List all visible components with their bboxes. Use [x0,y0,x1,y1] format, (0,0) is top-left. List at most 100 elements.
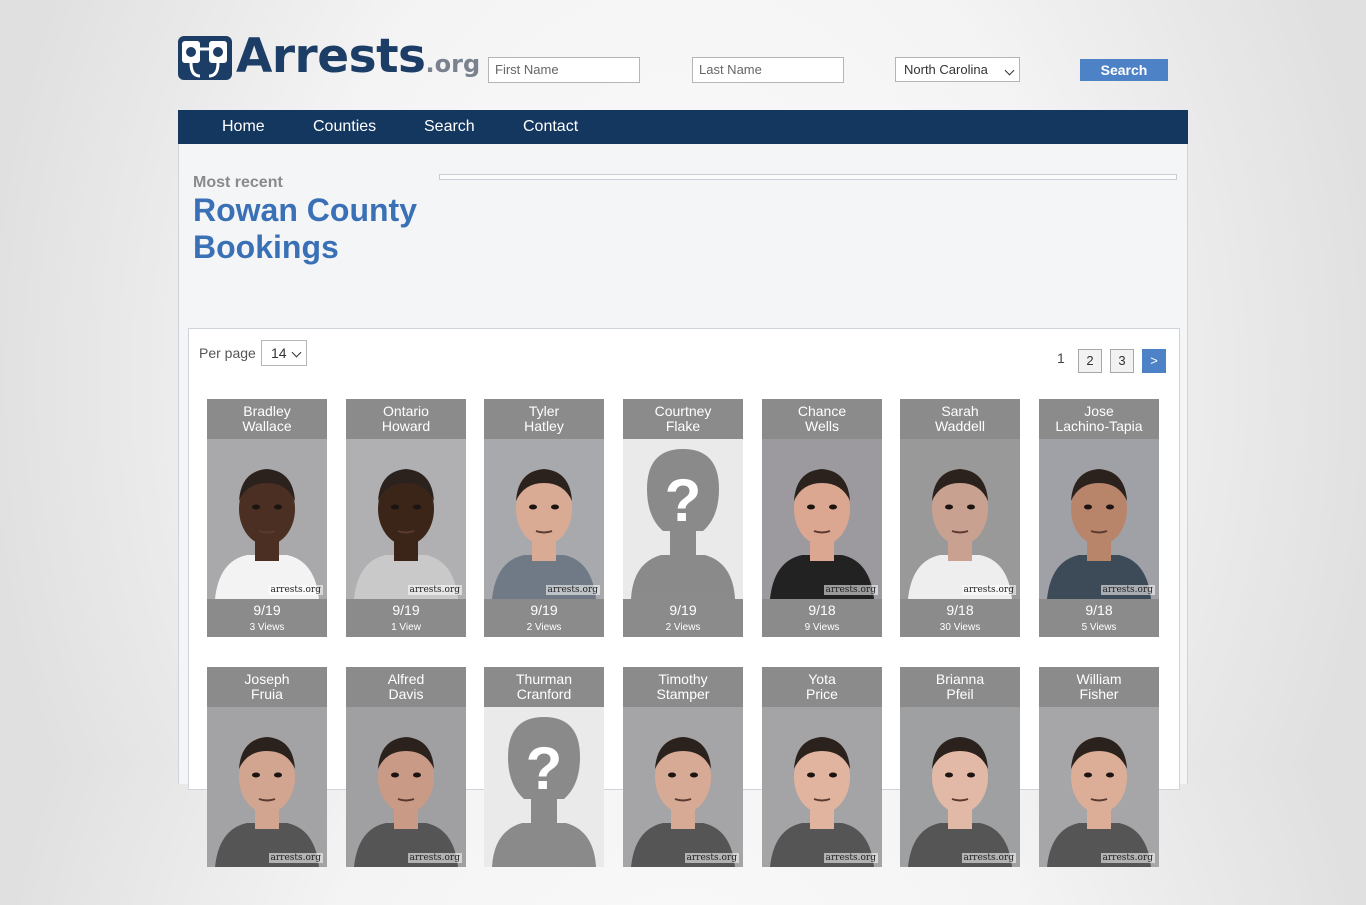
booking-first-name: Chance [797,403,847,419]
booking-name[interactable]: Courtney Flake [623,399,743,439]
booking-card[interactable]: Thurman Cranford? [484,667,604,905]
state-select-value: North Carolina [904,62,988,77]
booking-views: 2 Views [665,622,701,633]
nav-counties[interactable]: Counties [313,110,376,144]
booking-first-name: Bradley [243,403,291,419]
bookings-panel: Per page 14 1 2 3 > Bradley Wallace arrest… [188,328,1180,867]
state-select[interactable]: North Carolina [895,57,1020,82]
booking-card[interactable]: Ontario Howard arrests.org 9/19 1 View [346,399,466,637]
booking-card[interactable]: Timothy Stamper arrests.org [623,667,743,905]
watermark-label: arrests.org [961,853,1016,863]
booking-card[interactable]: Brianna Pfeil arrests.org [900,667,1020,905]
nav-contact[interactable]: Contact [523,110,578,144]
booking-last-name: Waddell [934,418,986,434]
mugshot-photo[interactable]: arrests.org [207,707,327,867]
booking-last-name: Stamper [656,686,710,702]
next-page-button[interactable]: > [1142,349,1166,373]
booking-card[interactable]: Joseph Fruia arrests.org [207,667,327,905]
booking-name[interactable]: Joseph Fruia [207,667,327,707]
booking-date: 9/19 [530,602,558,618]
booking-views: 9 Views [804,622,840,633]
booking-first-name: Alfred [387,671,425,687]
booking-views: 2 Views [526,622,562,633]
mugshot-photo[interactable]: arrests.org [623,707,743,867]
mugshot-photo[interactable]: arrests.org [484,439,604,599]
mugshot-photo[interactable]: ? [623,439,743,599]
booking-name[interactable]: Bradley Wallace [207,399,327,439]
booking-card[interactable]: Alfred Davis arrests.org [346,667,466,905]
booking-footer: 9/19 1 View [346,599,466,637]
booking-name[interactable]: Yota Price [762,667,882,707]
booking-name[interactable]: Jose Lachino-Tapia [1039,399,1159,439]
booking-name[interactable]: Alfred Davis [346,667,466,707]
booking-name[interactable]: Sarah Waddell [900,399,1020,439]
mugshot-photo[interactable]: arrests.org [346,707,466,867]
booking-footer: 9/18 5 Views [1039,599,1159,637]
booking-last-name: Wallace [242,418,292,434]
booking-card[interactable]: Courtney Flake? 9/19 2 Views [623,399,743,637]
search-button[interactable]: Search [1080,59,1168,81]
mugshot-photo[interactable]: arrests.org [1039,439,1159,599]
booking-name[interactable]: Ontario Howard [346,399,466,439]
unknown-person-icon: ? [665,467,702,534]
watermark-label: arrests.org [407,853,462,863]
nav-search[interactable]: Search [424,110,475,144]
site-header: Arrests.org First Name Last Name North C… [0,0,1366,110]
booking-name[interactable]: William Fisher [1039,667,1159,707]
per-page-value: 14 [271,345,287,361]
main-content: Most recent Rowan County Bookings Per pa… [178,144,1188,867]
booking-date: 9/18 [1085,602,1113,618]
booking-footer: 9/19 2 Views [484,599,604,637]
first-name-input[interactable]: First Name [488,57,640,83]
mugshot-photo[interactable]: ? [484,707,604,867]
site-logo[interactable]: Arrests.org [178,31,480,83]
booking-first-name: Ontario [383,403,429,419]
booking-date: 9/19 [669,602,697,618]
booking-last-name: Lachino-Tapia [1055,418,1143,434]
mugshot-photo[interactable]: arrests.org [762,707,882,867]
booking-card[interactable]: Sarah Waddell arrests.org 9/18 30 Views [900,399,1020,637]
page-current: 1 [1057,350,1065,366]
booking-card[interactable]: Tyler Hatley arrests.org 9/19 2 Views [484,399,604,637]
booking-first-name: Tyler [528,403,560,419]
booking-card[interactable]: Chance Wells arrests.org 9/18 9 Views [762,399,882,637]
booking-last-name: Wells [805,418,839,434]
booking-first-name: William [1076,671,1122,687]
booking-name[interactable]: Chance Wells [762,399,882,439]
booking-name[interactable]: Tyler Hatley [484,399,604,439]
booking-card[interactable]: Bradley Wallace arrests.org 9/19 3 Views [207,399,327,637]
booking-card[interactable]: Jose Lachino-Tapia arrests.org 9/18 5 Views [1039,399,1159,637]
booking-name[interactable]: Timothy Stamper [623,667,743,707]
last-name-input[interactable]: Last Name [692,57,844,83]
watermark-label: arrests.org [823,585,878,595]
booking-last-name: Price [806,686,838,702]
mugshot-photo[interactable]: arrests.org [900,439,1020,599]
mugshot-photo[interactable]: arrests.org [900,707,1020,867]
page-link-2[interactable]: 2 [1078,349,1102,373]
page-link-3[interactable]: 3 [1110,349,1134,373]
mugshot-photo[interactable]: arrests.org [762,439,882,599]
nav-home[interactable]: Home [222,110,265,144]
booking-date: 9/19 [253,602,281,618]
booking-first-name: Thurman [515,671,573,687]
main-nav: Home Counties Search Contact [178,110,1188,144]
logo-wordmark: Arrests.org [236,31,480,90]
per-page-select[interactable]: 14 [261,340,307,366]
booking-first-name: Sarah [941,403,979,419]
watermark-label: arrests.org [961,585,1016,595]
booking-name[interactable]: Brianna Pfeil [900,667,1020,707]
booking-card[interactable]: Yota Price arrests.org [762,667,882,905]
mugshot-photo[interactable]: arrests.org [346,439,466,599]
watermark-label: arrests.org [1100,585,1155,595]
booking-name[interactable]: Thurman Cranford [484,667,604,707]
booking-card[interactable]: William Fisher arrests.org [1039,667,1159,905]
booking-first-name: Joseph [244,671,290,687]
booking-date: 9/18 [946,602,974,618]
booking-last-name: Hatley [524,418,564,434]
mugshot-photo[interactable]: arrests.org [1039,707,1159,867]
booking-views: 1 View [391,622,421,633]
mugshot-photo[interactable]: arrests.org [207,439,327,599]
per-page-label: Per page [199,345,256,361]
booking-date: 9/18 [808,602,836,618]
booking-footer: 9/18 9 Views [762,599,882,637]
